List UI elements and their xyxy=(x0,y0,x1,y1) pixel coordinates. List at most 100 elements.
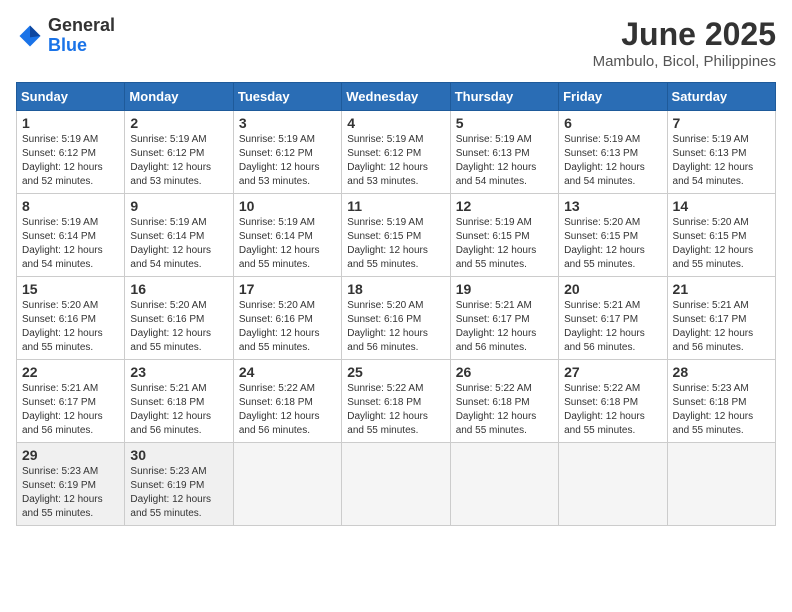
calendar-subtitle: Mambulo, Bicol, Philippines xyxy=(593,53,776,70)
calendar-cell: 14Sunrise: 5:20 AMSunset: 6:15 PMDayligh… xyxy=(667,194,775,277)
day-number: 10 xyxy=(239,198,336,214)
calendar-cell: 5 Sunrise: 5:19 AMSunset: 6:13 PMDaylight… xyxy=(450,111,558,194)
calendar-cell: 28Sunrise: 5:23 AMSunset: 6:18 PMDayligh… xyxy=(667,360,775,443)
day-info: Sunrise: 5:19 AMSunset: 6:12 PMDaylight:… xyxy=(130,133,227,189)
day-number: 23 xyxy=(130,364,227,380)
day-info: Sunrise: 5:19 AMSunset: 6:12 PMDaylight:… xyxy=(239,133,336,189)
day-info: Sunrise: 5:21 AMSunset: 6:17 PMDaylight:… xyxy=(564,299,661,355)
header-saturday: Saturday xyxy=(667,83,775,111)
day-info: Sunrise: 5:20 AMSunset: 6:16 PMDaylight:… xyxy=(347,299,444,355)
day-number: 27 xyxy=(564,364,661,380)
day-number: 17 xyxy=(239,281,336,297)
day-number: 6 xyxy=(564,115,661,131)
calendar-week-row: 15 Sunrise: 5:20 AMSunset: 6:16 PMDayligh… xyxy=(17,277,776,360)
day-number: 25 xyxy=(347,364,444,380)
day-number: 2 xyxy=(130,115,227,131)
day-number: 30 xyxy=(130,447,227,463)
page-header: General Blue June 2025 Mambulo, Bicol, P… xyxy=(16,16,776,70)
day-info: Sunrise: 5:19 AMSunset: 6:14 PMDaylight:… xyxy=(130,216,227,272)
day-info: Sunrise: 5:20 AMSunset: 6:15 PMDaylight:… xyxy=(564,216,661,272)
day-number: 9 xyxy=(130,198,227,214)
calendar-cell: 6 Sunrise: 5:19 AMSunset: 6:13 PMDaylight… xyxy=(559,111,667,194)
calendar-cell xyxy=(342,443,450,526)
day-number: 13 xyxy=(564,198,661,214)
calendar-cell: 3 Sunrise: 5:19 AMSunset: 6:12 PMDaylight… xyxy=(233,111,341,194)
day-number: 16 xyxy=(130,281,227,297)
day-info: Sunrise: 5:22 AMSunset: 6:18 PMDaylight:… xyxy=(347,382,444,438)
day-info: Sunrise: 5:19 AMSunset: 6:13 PMDaylight:… xyxy=(456,133,553,189)
calendar-week-row: 8 Sunrise: 5:19 AMSunset: 6:14 PMDaylight… xyxy=(17,194,776,277)
calendar-cell: 10 Sunrise: 5:19 AMSunset: 6:14 PMDayligh… xyxy=(233,194,341,277)
day-info: Sunrise: 5:19 AMSunset: 6:14 PMDaylight:… xyxy=(239,216,336,272)
day-number: 15 xyxy=(22,281,119,297)
day-info: Sunrise: 5:20 AMSunset: 6:16 PMDaylight:… xyxy=(130,299,227,355)
calendar-cell: 1 Sunrise: 5:19 AMSunset: 6:12 PMDaylight… xyxy=(17,111,125,194)
day-info: Sunrise: 5:20 AMSunset: 6:16 PMDaylight:… xyxy=(22,299,119,355)
day-info: Sunrise: 5:21 AMSunset: 6:17 PMDaylight:… xyxy=(673,299,770,355)
day-info: Sunrise: 5:21 AMSunset: 6:17 PMDaylight:… xyxy=(22,382,119,438)
calendar-cell: 20 Sunrise: 5:21 AMSunset: 6:17 PMDayligh… xyxy=(559,277,667,360)
day-number: 5 xyxy=(456,115,553,131)
day-number: 12 xyxy=(456,198,553,214)
calendar-week-row: 1 Sunrise: 5:19 AMSunset: 6:12 PMDaylight… xyxy=(17,111,776,194)
calendar-cell: 8 Sunrise: 5:19 AMSunset: 6:14 PMDaylight… xyxy=(17,194,125,277)
calendar-cell: 16 Sunrise: 5:20 AMSunset: 6:16 PMDayligh… xyxy=(125,277,233,360)
day-info: Sunrise: 5:22 AMSunset: 6:18 PMDaylight:… xyxy=(564,382,661,438)
calendar-cell: 29 Sunrise: 5:23 AMSunset: 6:19 PMDayligh… xyxy=(17,443,125,526)
calendar-cell: 23 Sunrise: 5:21 AMSunset: 6:18 PMDayligh… xyxy=(125,360,233,443)
header-tuesday: Tuesday xyxy=(233,83,341,111)
calendar-cell: 22 Sunrise: 5:21 AMSunset: 6:17 PMDayligh… xyxy=(17,360,125,443)
day-number: 8 xyxy=(22,198,119,214)
logo-blue-text: Blue xyxy=(48,36,115,56)
calendar-cell xyxy=(667,443,775,526)
day-number: 18 xyxy=(347,281,444,297)
calendar-cell: 4Sunrise: 5:19 AMSunset: 6:12 PMDaylight… xyxy=(342,111,450,194)
day-info: Sunrise: 5:19 AMSunset: 6:15 PMDaylight:… xyxy=(347,216,444,272)
day-number: 24 xyxy=(239,364,336,380)
calendar-cell xyxy=(233,443,341,526)
calendar-cell: 30 Sunrise: 5:23 AMSunset: 6:19 PMDayligh… xyxy=(125,443,233,526)
calendar-week-row: 22 Sunrise: 5:21 AMSunset: 6:17 PMDayligh… xyxy=(17,360,776,443)
day-number: 20 xyxy=(564,281,661,297)
calendar-cell: 17Sunrise: 5:20 AMSunset: 6:16 PMDayligh… xyxy=(233,277,341,360)
day-number: 21 xyxy=(673,281,770,297)
day-info: Sunrise: 5:19 AMSunset: 6:12 PMDaylight:… xyxy=(22,133,119,189)
title-section: June 2025 Mambulo, Bicol, Philippines xyxy=(593,16,776,70)
calendar-cell: 12 Sunrise: 5:19 AMSunset: 6:15 PMDayligh… xyxy=(450,194,558,277)
day-info: Sunrise: 5:19 AMSunset: 6:13 PMDaylight:… xyxy=(564,133,661,189)
calendar-header-row: Sunday Monday Tuesday Wednesday Thursday… xyxy=(17,83,776,111)
day-number: 11 xyxy=(347,198,444,214)
logo-icon xyxy=(16,22,44,50)
calendar-cell: 19 Sunrise: 5:21 AMSunset: 6:17 PMDayligh… xyxy=(450,277,558,360)
day-number: 1 xyxy=(22,115,119,131)
day-info: Sunrise: 5:21 AMSunset: 6:18 PMDaylight:… xyxy=(130,382,227,438)
day-info: Sunrise: 5:19 AMSunset: 6:14 PMDaylight:… xyxy=(22,216,119,272)
day-number: 3 xyxy=(239,115,336,131)
day-number: 26 xyxy=(456,364,553,380)
header-friday: Friday xyxy=(559,83,667,111)
logo-text: General Blue xyxy=(48,16,115,56)
day-info: Sunrise: 5:23 AMSunset: 6:18 PMDaylight:… xyxy=(673,382,770,438)
calendar-cell: 15 Sunrise: 5:20 AMSunset: 6:16 PMDayligh… xyxy=(17,277,125,360)
header-thursday: Thursday xyxy=(450,83,558,111)
day-info: Sunrise: 5:23 AMSunset: 6:19 PMDaylight:… xyxy=(22,465,119,521)
header-monday: Monday xyxy=(125,83,233,111)
calendar-cell: 11 Sunrise: 5:19 AMSunset: 6:15 PMDayligh… xyxy=(342,194,450,277)
calendar-cell: 7Sunrise: 5:19 AMSunset: 6:13 PMDaylight… xyxy=(667,111,775,194)
day-number: 19 xyxy=(456,281,553,297)
day-number: 29 xyxy=(22,447,119,463)
calendar-cell xyxy=(559,443,667,526)
day-number: 22 xyxy=(22,364,119,380)
header-wednesday: Wednesday xyxy=(342,83,450,111)
calendar-body: 1 Sunrise: 5:19 AMSunset: 6:12 PMDaylight… xyxy=(17,111,776,526)
calendar-table: Sunday Monday Tuesday Wednesday Thursday… xyxy=(16,82,776,526)
calendar-cell: 9 Sunrise: 5:19 AMSunset: 6:14 PMDaylight… xyxy=(125,194,233,277)
calendar-cell: 24Sunrise: 5:22 AMSunset: 6:18 PMDayligh… xyxy=(233,360,341,443)
day-info: Sunrise: 5:21 AMSunset: 6:17 PMDaylight:… xyxy=(456,299,553,355)
day-info: Sunrise: 5:19 AMSunset: 6:12 PMDaylight:… xyxy=(347,133,444,189)
day-number: 7 xyxy=(673,115,770,131)
day-info: Sunrise: 5:19 AMSunset: 6:15 PMDaylight:… xyxy=(456,216,553,272)
day-info: Sunrise: 5:22 AMSunset: 6:18 PMDaylight:… xyxy=(456,382,553,438)
calendar-cell: 21 Sunrise: 5:21 AMSunset: 6:17 PMDayligh… xyxy=(667,277,775,360)
day-info: Sunrise: 5:23 AMSunset: 6:19 PMDaylight:… xyxy=(130,465,227,521)
